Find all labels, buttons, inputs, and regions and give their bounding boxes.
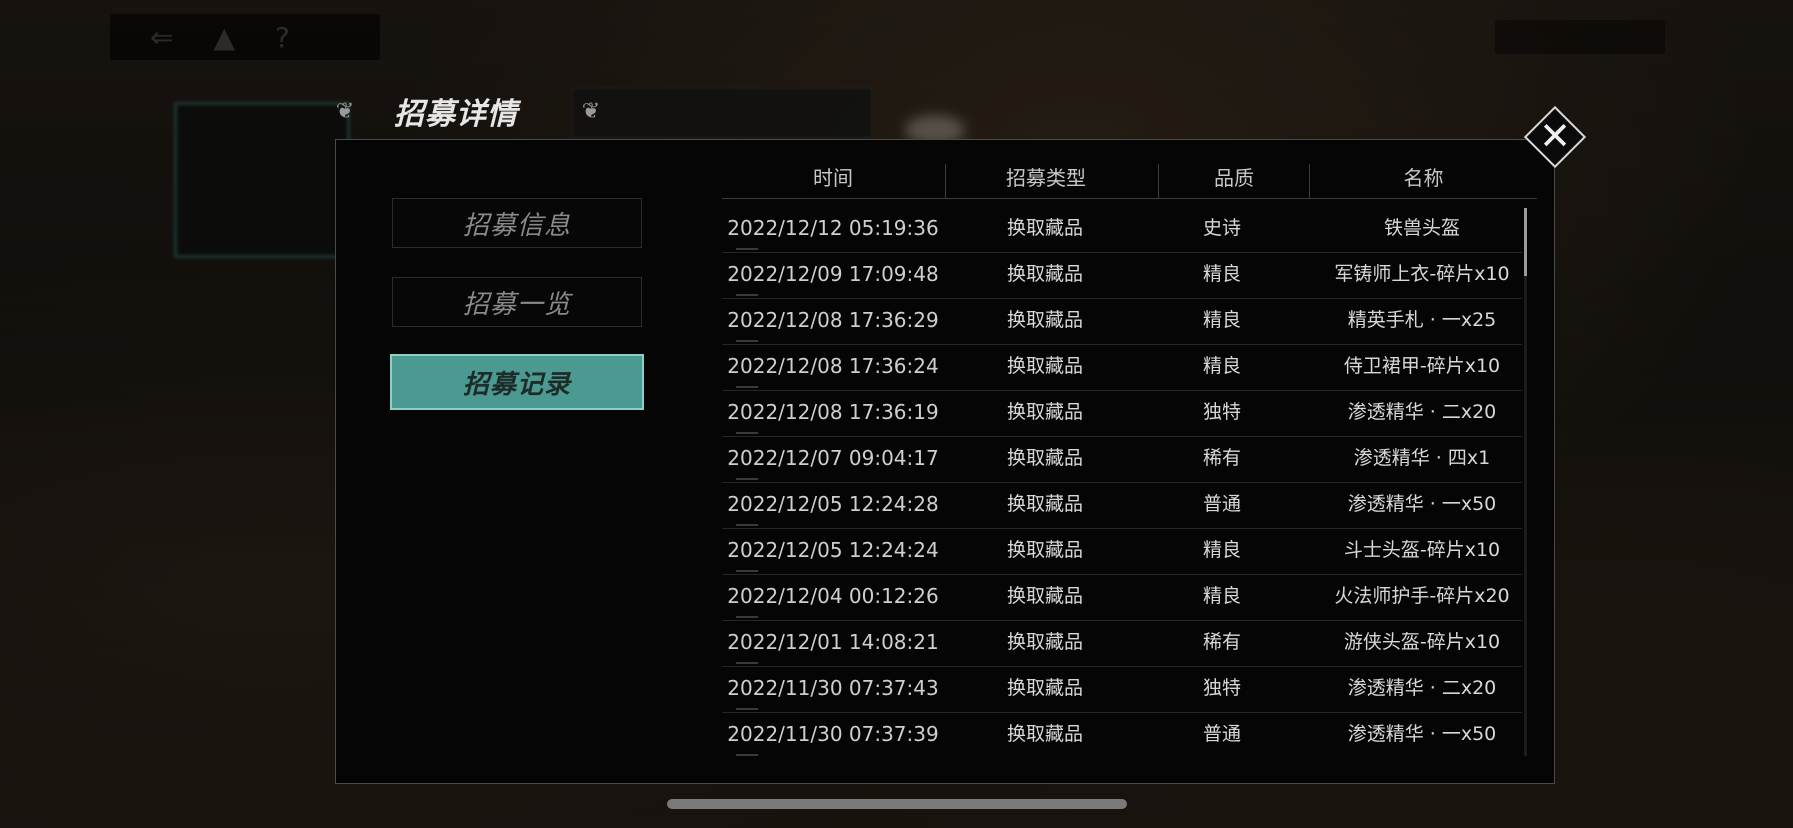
row-type: 换取藏品 bbox=[1006, 263, 1083, 285]
row-quality: 普通 bbox=[1202, 493, 1241, 515]
row-type: 换取藏品 bbox=[1006, 677, 1083, 699]
scrollbar[interactable] bbox=[1524, 208, 1527, 756]
table-row: 2022/12/08 17:36:24 换取藏品 精良 侍卫裙甲-碎片x10 bbox=[722, 344, 1522, 391]
row-time: 2022/12/05 12:24:24 bbox=[727, 538, 939, 562]
row-type: 换取藏品 bbox=[1006, 401, 1083, 423]
row-name: 渗透精华 · 一x50 bbox=[1347, 723, 1497, 745]
row-time: 2022/12/01 14:08:21 bbox=[727, 630, 939, 654]
row-quality: 稀有 bbox=[1202, 631, 1241, 653]
records-list[interactable]: 2022/12/12 05:19:36 换取藏品 史诗 铁兽头盔 2022/12/09 … bbox=[722, 206, 1522, 756]
header-type: 招募类型 bbox=[1006, 166, 1086, 190]
row-time: 2022/12/08 17:36:29 bbox=[727, 308, 939, 332]
left-ornament-icon: ❦ bbox=[335, 98, 355, 124]
row-type: 换取藏品 bbox=[1006, 355, 1083, 377]
row-type: 换取藏品 bbox=[1006, 447, 1083, 469]
row-quality: 史诗 bbox=[1202, 217, 1241, 239]
row-name: 军铸师上衣-碎片x10 bbox=[1334, 263, 1510, 285]
header-name: 名称 bbox=[1403, 166, 1444, 190]
row-quality: 独特 bbox=[1202, 401, 1241, 423]
row-name: 渗透精华 · 四x1 bbox=[1353, 447, 1491, 469]
scrollbar-thumb[interactable] bbox=[1524, 208, 1527, 276]
game-screen: ⇐ ▲ ? ❦ 招募详情 ❦ ✕ 招募信息 招募一览 招募记录 时间 招募类型 … bbox=[0, 0, 1793, 828]
table-row: 2022/12/08 17:36:19 换取藏品 独特 渗透精华 · 二x20 bbox=[722, 390, 1522, 437]
row-name: 游侠头盔-碎片x10 bbox=[1343, 631, 1501, 653]
row-time: 2022/11/30 07:37:43 bbox=[727, 676, 939, 700]
row-name: 渗透精华 · 一x50 bbox=[1347, 493, 1497, 515]
row-time: 2022/12/07 09:04:17 bbox=[727, 446, 939, 470]
row-quality: 精良 bbox=[1202, 309, 1241, 331]
row-time: 2022/11/30 07:37:39 bbox=[727, 722, 939, 746]
row-name: 铁兽头盔 bbox=[1383, 217, 1460, 239]
row-time: 2022/12/08 17:36:19 bbox=[727, 400, 939, 424]
close-button[interactable]: ✕ bbox=[1523, 105, 1587, 169]
row-type: 换取藏品 bbox=[1006, 217, 1083, 239]
page-title: 招募详情 bbox=[394, 97, 518, 132]
row-type: 换取藏品 bbox=[1006, 309, 1083, 331]
row-name: 火法师护手-碎片x20 bbox=[1334, 585, 1510, 607]
row-quality: 精良 bbox=[1202, 539, 1241, 561]
row-type: 换取藏品 bbox=[1006, 631, 1083, 653]
row-type: 换取藏品 bbox=[1006, 585, 1083, 607]
row-time: 2022/12/08 17:36:24 bbox=[727, 354, 939, 378]
row-time: 2022/12/05 12:24:28 bbox=[727, 492, 939, 516]
row-quality: 独特 bbox=[1202, 677, 1241, 699]
table-header: 时间 招募类型 品质 名称 bbox=[722, 160, 1537, 199]
header-quality: 品质 bbox=[1214, 166, 1254, 190]
table-row: 2022/12/12 05:19:36 换取藏品 史诗 铁兽头盔 bbox=[722, 206, 1522, 253]
table-row: 2022/11/30 07:37:43 换取藏品 独特 渗透精华 · 二x20 bbox=[722, 666, 1522, 713]
table-row: 2022/11/30 07:37:39 换取藏品 普通 渗透精华 · 一x50 bbox=[722, 712, 1522, 756]
row-time: 2022/12/09 17:09:48 bbox=[727, 262, 939, 286]
row-type: 换取藏品 bbox=[1006, 539, 1083, 561]
table-row: 2022/12/07 09:04:17 换取藏品 稀有 渗透精华 · 四x1 bbox=[722, 436, 1522, 483]
row-time: 2022/12/12 05:19:36 bbox=[727, 216, 939, 240]
close-icon: ✕ bbox=[1539, 114, 1571, 158]
row-type: 换取藏品 bbox=[1006, 493, 1083, 515]
row-name: 精英手札 · 一x25 bbox=[1347, 309, 1497, 331]
row-quality: 精良 bbox=[1202, 585, 1241, 607]
row-quality: 稀有 bbox=[1202, 447, 1241, 469]
right-ornament-icon: ❦ bbox=[581, 98, 601, 124]
row-quality: 普通 bbox=[1202, 723, 1241, 745]
table-row: 2022/12/01 14:08:21 换取藏品 稀有 游侠头盔-碎片x10 bbox=[722, 620, 1522, 667]
row-quality: 精良 bbox=[1202, 355, 1241, 377]
table-row: 2022/12/09 17:09:48 换取藏品 精良 军铸师上衣-碎片x10 bbox=[722, 252, 1522, 299]
row-name: 斗士头盔-碎片x10 bbox=[1343, 539, 1501, 561]
row-name: 侍卫裙甲-碎片x10 bbox=[1343, 355, 1501, 377]
row-type: 换取藏品 bbox=[1006, 723, 1083, 745]
row-name: 渗透精华 · 二x20 bbox=[1347, 401, 1497, 423]
table-row: 2022/12/05 12:24:24 换取藏品 精良 斗士头盔-碎片x10 bbox=[722, 528, 1522, 575]
menu-recruit-info[interactable]: 招募信息 bbox=[392, 198, 642, 248]
table-row: 2022/12/05 12:24:28 换取藏品 普通 渗透精华 · 一x50 bbox=[722, 482, 1522, 529]
table-row: 2022/12/08 17:36:29 换取藏品 精良 精英手札 · 一x25 bbox=[722, 298, 1522, 345]
row-quality: 精良 bbox=[1202, 263, 1241, 285]
row-time: 2022/12/04 00:12:26 bbox=[727, 584, 939, 608]
title-row: ❦ 招募详情 ❦ bbox=[330, 88, 606, 134]
home-indicator[interactable] bbox=[667, 799, 1127, 809]
row-name: 渗透精华 · 二x20 bbox=[1347, 677, 1497, 699]
menu-recruit-records[interactable]: 招募记录 bbox=[390, 354, 644, 410]
menu-recruit-overview[interactable]: 招募一览 bbox=[392, 277, 642, 327]
table-row: 2022/12/04 00:12:26 换取藏品 精良 火法师护手-碎片x20 bbox=[722, 574, 1522, 621]
header-time: 时间 bbox=[813, 166, 853, 190]
